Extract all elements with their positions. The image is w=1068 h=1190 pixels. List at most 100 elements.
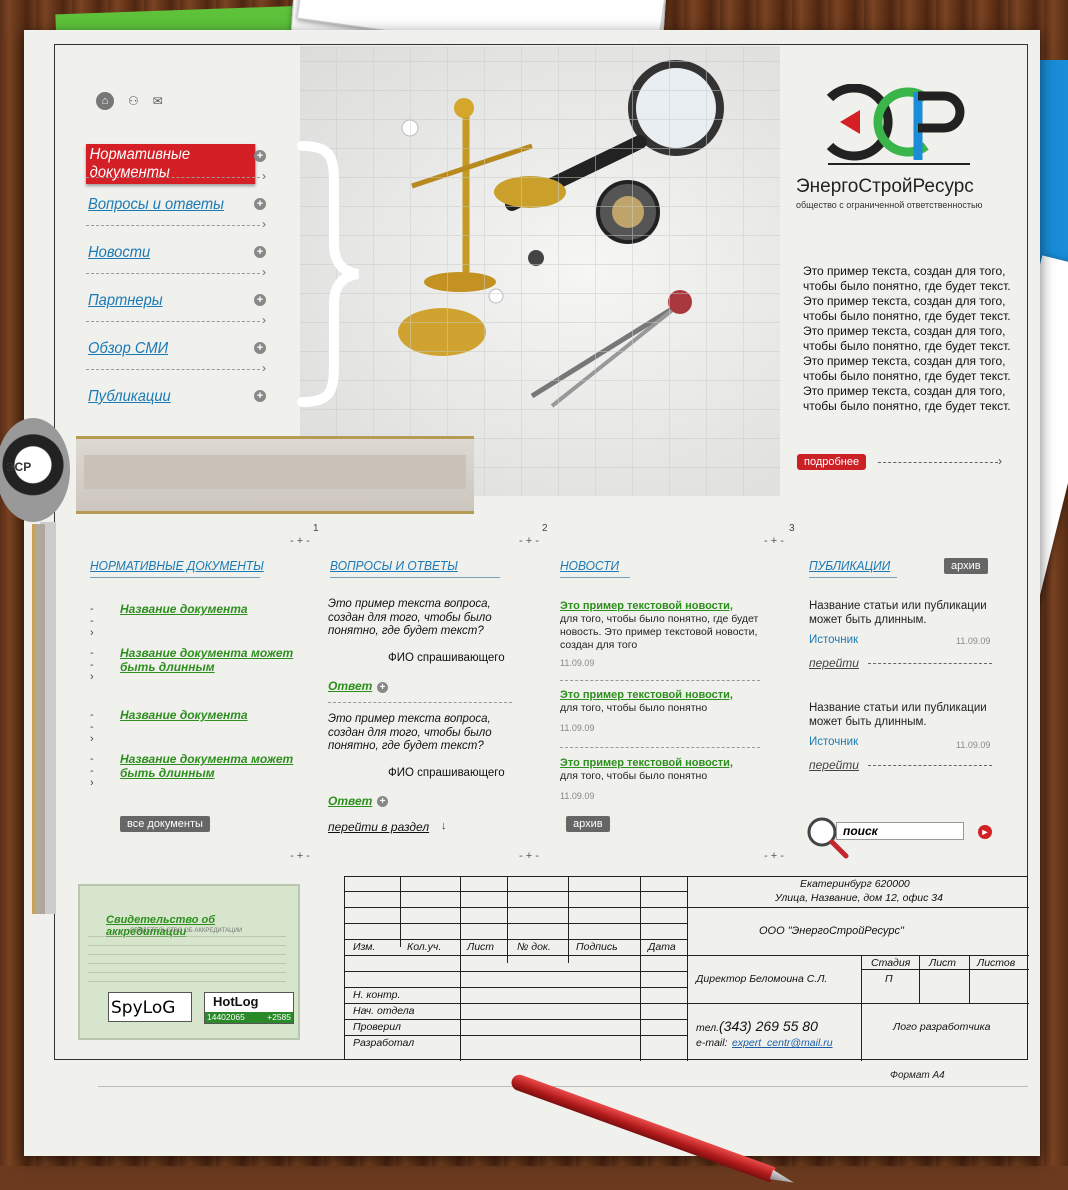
arrow-down-icon: ↓ <box>441 820 447 832</box>
plus-icon[interactable]: + <box>254 198 266 210</box>
more-arrow <box>878 454 1002 468</box>
hotlog-value: +2585 <box>267 1012 291 1022</box>
nav-item-news[interactable]: Новости + <box>86 240 270 288</box>
grid-line <box>861 955 862 1061</box>
pub-source-link[interactable]: Источник <box>809 736 858 748</box>
stamp-header: Дата <box>648 941 676 953</box>
stamp-header: № док. <box>517 941 551 953</box>
curly-brace <box>297 141 359 407</box>
nav-item-qa[interactable]: Вопросы и ответы + <box>86 192 270 240</box>
stamp-company: ООО "ЭнергоСтройРесурс" <box>759 925 904 937</box>
doc-link[interactable]: Название документа может быть длинным <box>120 752 300 780</box>
nav-item-normative[interactable]: Нормативные документы + <box>86 144 270 192</box>
hotlog-name: HotLog <box>213 994 259 1009</box>
pub-go-link[interactable]: перейти <box>809 758 859 772</box>
nav-item-media[interactable]: Обзор СМИ + <box>86 336 270 384</box>
grid-line <box>568 877 569 963</box>
ruler-decoration <box>76 436 474 514</box>
doc-link[interactable]: Название документа <box>120 708 300 722</box>
pubs-archive-button[interactable]: архив <box>944 558 988 574</box>
nav-divider <box>86 313 266 327</box>
title-block: Изм. Кол.уч. Лист № док. Подпись Дата Н.… <box>344 876 1029 1061</box>
company-name: ЭнергоСтройРесурс <box>796 176 974 197</box>
grid-line <box>400 877 401 947</box>
news-date: 11.09.09 <box>560 791 595 801</box>
search-input[interactable]: поиск <box>836 822 964 840</box>
nav-link[interactable]: Публикации <box>88 388 171 406</box>
stamp-phone: (343) 269 55 80 <box>719 1018 818 1034</box>
plus-icon[interactable]: + <box>254 390 266 402</box>
spylog-counter[interactable]: SpyLoG <box>108 992 192 1022</box>
pub-go-link[interactable]: перейти <box>809 656 859 670</box>
news-date: 11.09.09 <box>560 658 595 668</box>
plus-icon[interactable]: + <box>254 294 266 306</box>
news-title-link[interactable]: Это пример текстовой новости, <box>560 757 733 769</box>
news-title-link[interactable]: Это пример текстовой новости, <box>560 600 733 612</box>
plus-icon[interactable]: + <box>254 246 266 258</box>
news-date: 11.09.09 <box>560 723 595 733</box>
heading-underline <box>809 577 897 578</box>
crop-mark: - + - <box>519 850 539 862</box>
grid-line <box>460 877 461 1061</box>
nav-link[interactable]: Нормативные документы <box>86 144 256 184</box>
dial-logo: ЭСР <box>6 460 32 474</box>
arrow-line <box>868 663 992 664</box>
grid-line <box>345 1003 1029 1004</box>
qa-answer-link[interactable]: Ответ <box>328 679 372 693</box>
news-title-link[interactable]: Это пример текстовой новости, <box>560 689 733 701</box>
hotlog-counter[interactable]: HotLog 14402065 +2585 <box>204 992 294 1024</box>
stamp-city: Екатеринбург 620000 <box>800 878 910 890</box>
sitemap-icon[interactable]: ⚇ <box>128 94 139 108</box>
qa-heading[interactable]: ВОПРОСЫ И ОТВЕТЫ <box>330 558 458 573</box>
stamp-stage-header: Стадия <box>871 957 911 969</box>
heading-underline <box>330 577 500 578</box>
pub-text: Название статьи или публикации может быт… <box>809 702 987 728</box>
heading-underline <box>90 577 260 578</box>
nav-link[interactable]: Партнеры <box>88 292 163 310</box>
docs-heading[interactable]: НОРМАТИВНЫЕ ДОКУМЕНТЫ <box>90 558 264 573</box>
news-heading[interactable]: НОВОСТИ <box>560 558 619 573</box>
plus-icon[interactable]: + <box>377 796 388 807</box>
company-subtitle: общество с ограниченной ответственностью <box>796 200 983 210</box>
sidebar-nav: Нормативные документы + Вопросы и ответы… <box>86 144 270 432</box>
pub-source-link[interactable]: Источник <box>809 634 858 646</box>
pub-date: 11.09.09 <box>956 740 991 750</box>
stamp-email-link[interactable]: expert_centr@mail.ru <box>732 1037 833 1049</box>
go-to-section-link[interactable]: перейти в раздел <box>328 820 429 834</box>
nav-item-publications[interactable]: Публикации + <box>86 384 270 432</box>
plus-icon[interactable]: + <box>254 150 266 162</box>
plus-icon[interactable]: + <box>377 682 388 693</box>
dial-decoration: ЭСР <box>0 418 74 522</box>
stamp-stage-value: П <box>885 973 893 985</box>
grid-line <box>345 923 687 924</box>
developer-logo[interactable]: Лого разработчика <box>893 1021 990 1033</box>
hotlog-value: 14402065 <box>207 1012 245 1022</box>
nav-link[interactable]: Новости <box>88 244 150 262</box>
stamp-header: Изм. <box>353 941 376 953</box>
home-icon[interactable]: ⌂ <box>96 92 114 110</box>
nav-link[interactable]: Обзор СМИ <box>88 340 168 358</box>
grid-line <box>345 939 687 940</box>
format-label: Формат А4 <box>890 1070 945 1081</box>
all-docs-button[interactable]: все документы <box>120 816 210 832</box>
doc-link[interactable]: Название документа может быть длинным <box>120 646 300 674</box>
search-submit-icon[interactable]: ► <box>978 825 992 839</box>
brand-logo[interactable] <box>826 84 974 168</box>
grid-line <box>345 987 687 988</box>
bottom-line <box>98 1086 1028 1087</box>
doc-link[interactable]: Название документа <box>120 602 300 616</box>
divider <box>560 680 760 681</box>
nav-divider <box>86 361 266 375</box>
nav-divider <box>86 169 266 183</box>
nav-link[interactable]: Вопросы и ответы <box>88 196 224 214</box>
nav-item-partners[interactable]: Партнеры + <box>86 288 270 336</box>
stamp-email-label: e-mail: <box>696 1037 728 1049</box>
qa-answer-link[interactable]: Ответ <box>328 794 372 808</box>
news-archive-button[interactable]: архив <box>566 816 610 832</box>
more-button[interactable]: подробнее <box>797 454 867 470</box>
plus-icon[interactable]: + <box>254 342 266 354</box>
pubs-heading[interactable]: ПУБЛИКАЦИИ <box>809 558 890 573</box>
grid-line <box>345 1019 687 1020</box>
mail-icon[interactable]: ✉ <box>153 94 163 108</box>
stamp-role: Н. контр. <box>353 989 401 1001</box>
